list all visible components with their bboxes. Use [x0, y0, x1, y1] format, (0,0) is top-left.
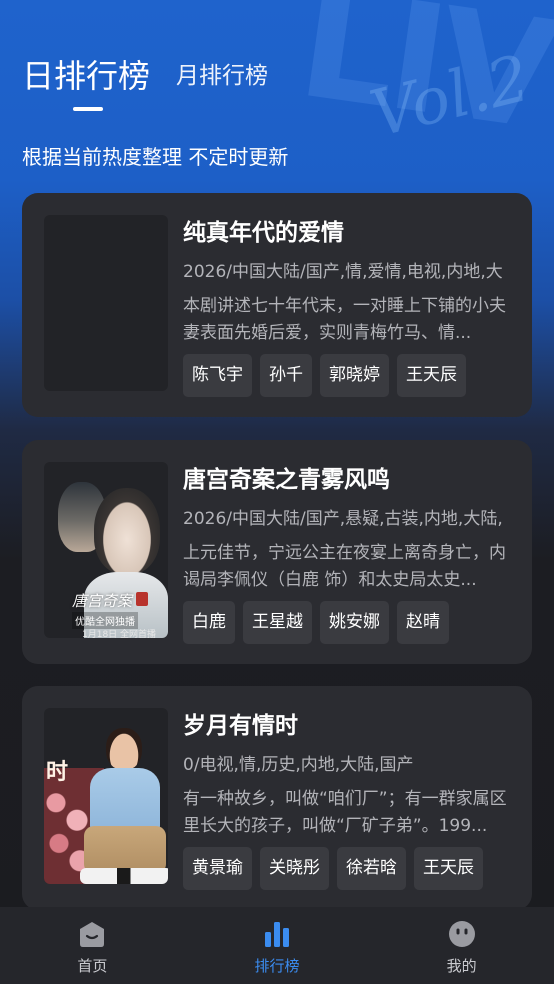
ranking-screen: LIVE Vol.2 日排行榜 月排行榜 根据当前热度整理 不定时更新 纯真年代…	[0, 0, 554, 984]
profile-face-icon	[447, 919, 477, 949]
show-title: 唐宫奇案之青雾风鸣	[183, 467, 390, 493]
poster-figure-female	[94, 488, 160, 574]
cast-tag[interactable]: 黄景瑜	[183, 847, 252, 890]
nav-item-ranking[interactable]: 排行榜	[185, 907, 370, 984]
cast-tag[interactable]: 陈飞宇	[183, 354, 252, 397]
nav-item-home[interactable]: 首页	[0, 907, 185, 984]
cast-tag[interactable]: 王天辰	[414, 847, 483, 890]
ranking-card[interactable]: 时 岁月有情时 0/电视,情,历史,内地,大陆,国产 有一种故乡，叫做“咱们厂”…	[22, 686, 532, 910]
tab-monthly-ranking[interactable]: 月排行榜	[176, 54, 268, 98]
cast-tag[interactable]: 孙千	[260, 354, 312, 397]
poster-image: 时	[44, 708, 168, 884]
poster-title-text: 唐宫奇案	[72, 592, 133, 610]
poster-seal	[136, 592, 148, 606]
cast-tag[interactable]: 王星越	[243, 601, 312, 644]
bottom-navigation: 首页 排行榜 我的	[0, 907, 554, 984]
ranking-card[interactable]: 纯真年代的爱情 2026/中国大陆/国产,情,爱情,电视,内地,大 本剧讲述七十…	[22, 193, 532, 417]
nav-label-profile: 我的	[446, 957, 477, 975]
cast-tag[interactable]: 关晓彤	[260, 847, 329, 890]
cast-tag[interactable]: 白鹿	[183, 601, 235, 644]
cast-tag[interactable]: 姚安娜	[320, 601, 389, 644]
show-description: 上元佳节，宁远公主在夜宴上离奇身亡，内谒局李佩仪（白鹿 饰）和太史局太史...	[183, 543, 506, 590]
background-watermark-script: Vol.2	[363, 41, 537, 153]
cast-tag[interactable]: 徐若晗	[337, 847, 406, 890]
ranking-card[interactable]: 唐宫奇案 优酷全网独播 1月18日 全网首播 唐宫奇案之青雾风鸣 2026/中国…	[22, 440, 532, 664]
cast-tags: 陈飞宇 孙千 郭晓婷 王天辰	[183, 354, 466, 397]
cast-tag[interactable]: 郭晓婷	[320, 354, 389, 397]
show-title: 岁月有情时	[183, 713, 298, 739]
poster-figure-pants	[84, 826, 166, 874]
cast-tag[interactable]: 赵晴	[397, 601, 449, 644]
nav-item-profile[interactable]: 我的	[369, 907, 554, 984]
show-description: 本剧讲述七十年代末，一对睡上下铺的小夫妻表面先婚后爱，实则青梅竹马、情...	[183, 296, 506, 343]
background-watermark-letters: LIVE	[289, 0, 554, 178]
show-description: 有一种故乡，叫做“咱们厂”；有一群家属区里长大的孩子，叫做“厂矿子弟”。199.…	[183, 789, 507, 836]
ranking-tabs: 日排行榜 月排行榜	[22, 54, 268, 98]
poster-figure-shirt	[90, 768, 160, 832]
poster-placeholder	[44, 215, 168, 391]
active-tab-indicator	[73, 107, 103, 111]
cast-tags: 黄景瑜 关晓彤 徐若晗 王天辰	[183, 847, 483, 890]
nav-label-home: 首页	[77, 957, 108, 975]
cast-tag[interactable]: 王天辰	[397, 354, 466, 397]
ranking-subtitle: 根据当前热度整理 不定时更新	[22, 145, 289, 169]
poster-release-date: 1月18日 全网首播	[82, 630, 157, 638]
show-meta: 2026/中国大陆/国产,情,爱情,电视,内地,大	[183, 262, 503, 282]
nav-label-ranking: 排行榜	[254, 957, 300, 975]
poster-figure-shoes	[80, 868, 168, 884]
poster-title-text: 时	[46, 760, 69, 785]
poster-image: 唐宫奇案 优酷全网独播 1月18日 全网首播	[44, 462, 168, 638]
show-title: 纯真年代的爱情	[183, 220, 344, 246]
show-meta: 0/电视,情,历史,内地,大陆,国产	[183, 755, 414, 775]
ranking-bars-icon	[262, 919, 292, 949]
cast-tags: 白鹿 王星越 姚安娜 赵晴	[183, 601, 449, 644]
show-meta: 2026/中国大陆/国产,悬疑,古装,内地,大陆,	[183, 509, 503, 529]
poster-figure-head	[106, 728, 142, 770]
tab-daily-ranking[interactable]: 日排行榜	[22, 54, 150, 98]
home-icon	[77, 919, 107, 949]
